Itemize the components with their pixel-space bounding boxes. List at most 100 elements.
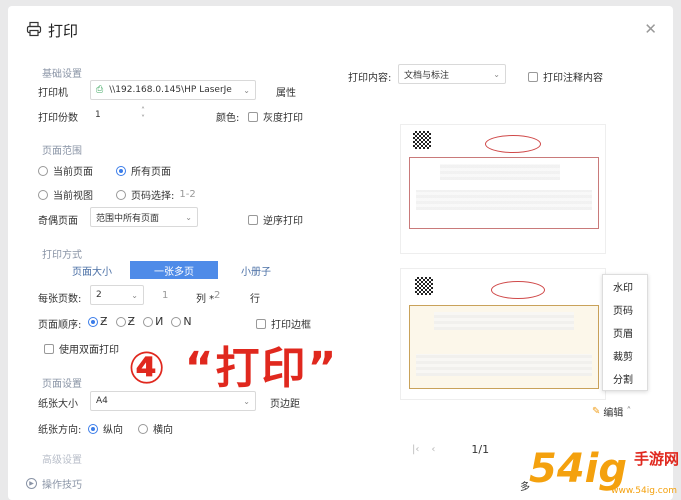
duplex-option[interactable]: 使用双面打印 [44, 341, 119, 356]
grayscale-option[interactable]: 灰度打印 [248, 109, 303, 124]
step-annotation: ④ “打印” [128, 343, 339, 394]
col-input[interactable]: 2 [214, 290, 220, 301]
order-reverse-n-option[interactable]: N [171, 315, 192, 328]
chevron-down-icon: ⌄ [243, 396, 250, 406]
reverse-option[interactable]: 逆序打印 [248, 212, 303, 227]
blurred-content [434, 312, 574, 330]
annotation-label: 打印注释内容 [543, 73, 603, 84]
row-label: 行 [250, 294, 260, 305]
border-checkbox[interactable] [256, 318, 266, 329]
paper-label: 纸张大小 [38, 399, 78, 410]
first-page-icon[interactable]: |‹ [412, 444, 419, 455]
current-page-radio[interactable] [38, 165, 48, 176]
page-indicator: 1/1 [471, 443, 490, 456]
per-sheet-value: 2 [96, 290, 102, 300]
menu-item-watermark[interactable]: 水印 [603, 275, 647, 298]
network-printer-icon: ⎙ [96, 85, 104, 95]
invoice-seal-icon [485, 135, 541, 153]
properties-button[interactable]: 属性 [276, 84, 296, 99]
portrait-option[interactable]: 纵向 [88, 421, 123, 436]
watermark-url: www.54ig.com [611, 486, 677, 496]
landscape-radio[interactable] [138, 423, 148, 434]
preview-page-1 [400, 124, 606, 254]
all-pages-label: 所有页面 [131, 167, 171, 178]
reverse-checkbox[interactable] [248, 214, 258, 225]
page-select-label: 页码选择: [131, 191, 175, 202]
order-z-radio[interactable] [88, 316, 98, 327]
copies-label: 打印份数 [38, 113, 78, 124]
current-page-option[interactable]: 当前页面 [38, 163, 93, 178]
margin-button[interactable]: 页边距 [270, 395, 300, 410]
tab-multi-page[interactable]: 一张多页 [130, 261, 218, 279]
blurred-content [416, 190, 592, 210]
col-label: 列 * [196, 294, 215, 305]
play-circle-icon: ▶ [26, 478, 37, 489]
chevron-down-icon: ⌄ [493, 69, 500, 79]
print-dialog: 打印 ✕ 基础设置 打印机 ⎙ \\192.168.0.145\HP Laser… [8, 6, 673, 500]
print-content-select[interactable]: 文档与标注 ⌄ [398, 64, 506, 84]
order-reverse-z-radio[interactable] [115, 316, 126, 327]
menu-item-crop[interactable]: 裁剪 [603, 344, 647, 367]
current-view-label: 当前视图 [53, 191, 93, 202]
order-label: 页面顺序: [38, 320, 82, 331]
all-pages-radio[interactable] [116, 165, 126, 176]
landscape-option[interactable]: 横向 [138, 421, 173, 436]
range-section-title: 页面范围 [42, 146, 82, 157]
advanced-section-title: 高级设置 [42, 455, 82, 466]
printer-label: 打印机 [38, 88, 68, 99]
all-pages-option[interactable]: 所有页面 [116, 163, 171, 178]
watermark-site-name: 手游网 [633, 450, 679, 468]
odd-even-select[interactable]: 范围中所有页面 ⌄ [90, 207, 198, 227]
page-select-radio[interactable] [116, 189, 126, 200]
site-watermark: 54ig 手游网 www.54ig.com [529, 446, 679, 498]
prev-page-icon[interactable]: ‹ [431, 444, 435, 455]
preview-page-2 [400, 268, 606, 400]
border-option[interactable]: 打印边框 [256, 316, 311, 331]
invoice-table-2 [409, 305, 599, 389]
stepper-arrows-icon[interactable]: ˄ ˅ [141, 107, 145, 123]
rows-input[interactable]: 1 [162, 290, 168, 301]
annotation-checkbox[interactable] [528, 71, 538, 82]
order-n-radio[interactable] [143, 316, 154, 327]
edit-button[interactable]: ✎ 编辑 ˄ [592, 404, 631, 419]
copies-stepper[interactable]: 1 ˄ ˅ [90, 105, 150, 125]
close-icon[interactable]: ✕ [644, 20, 657, 38]
per-sheet-select[interactable]: 2 ⌄ [90, 285, 144, 305]
portrait-label: 纵向 [103, 425, 123, 436]
edit-icon: ✎ [592, 406, 601, 417]
edit-context-menu: 水印 页码 页眉 裁剪 分割 [602, 274, 648, 391]
qr-code-icon [413, 131, 431, 149]
page-select-option[interactable]: 页码选择: 1-2 [116, 187, 196, 202]
menu-item-header[interactable]: 页眉 [603, 321, 647, 344]
duplex-checkbox[interactable] [44, 343, 54, 354]
tips-link[interactable]: ▶ 操作技巧 [26, 476, 82, 491]
paper-value: A4 [96, 396, 108, 406]
chevron-down-icon: ⌄ [243, 85, 250, 95]
page-select-input[interactable]: 1-2 [179, 189, 195, 200]
menu-item-split[interactable]: 分割 [603, 367, 647, 390]
order-z-option[interactable]: Ƶ [88, 315, 108, 328]
printer-select[interactable]: ⎙ \\192.168.0.145\HP LaserJe ⌄ [90, 80, 256, 100]
current-view-option[interactable]: 当前视图 [38, 187, 93, 202]
copies-value: 1 [95, 110, 101, 120]
menu-item-page-number[interactable]: 页码 [603, 298, 647, 321]
order-n-option[interactable]: И [143, 315, 163, 328]
mode-section-title: 打印方式 [42, 250, 82, 261]
reverse-label: 逆序打印 [263, 216, 303, 227]
border-label: 打印边框 [271, 320, 311, 331]
dialog-title: 打印 [26, 20, 78, 41]
portrait-radio[interactable] [88, 423, 98, 434]
tab-booklet[interactable]: 小册子 [218, 261, 294, 279]
page-order-options: Ƶ Ƶ И N [88, 315, 192, 328]
print-content-value: 文档与标注 [404, 70, 450, 81]
current-view-radio[interactable] [38, 189, 48, 200]
order-reverse-n-radio[interactable] [171, 316, 182, 327]
order-reverse-z-option[interactable]: Ƶ [115, 315, 135, 328]
tab-page-size[interactable]: 页面大小 [54, 261, 130, 279]
grayscale-checkbox[interactable] [248, 111, 258, 122]
blurred-content [416, 354, 592, 376]
landscape-label: 横向 [153, 425, 173, 436]
annotation-option[interactable]: 打印注释内容 [528, 69, 603, 84]
edit-label: 编辑 [603, 408, 624, 419]
grayscale-label: 灰度打印 [263, 113, 303, 124]
